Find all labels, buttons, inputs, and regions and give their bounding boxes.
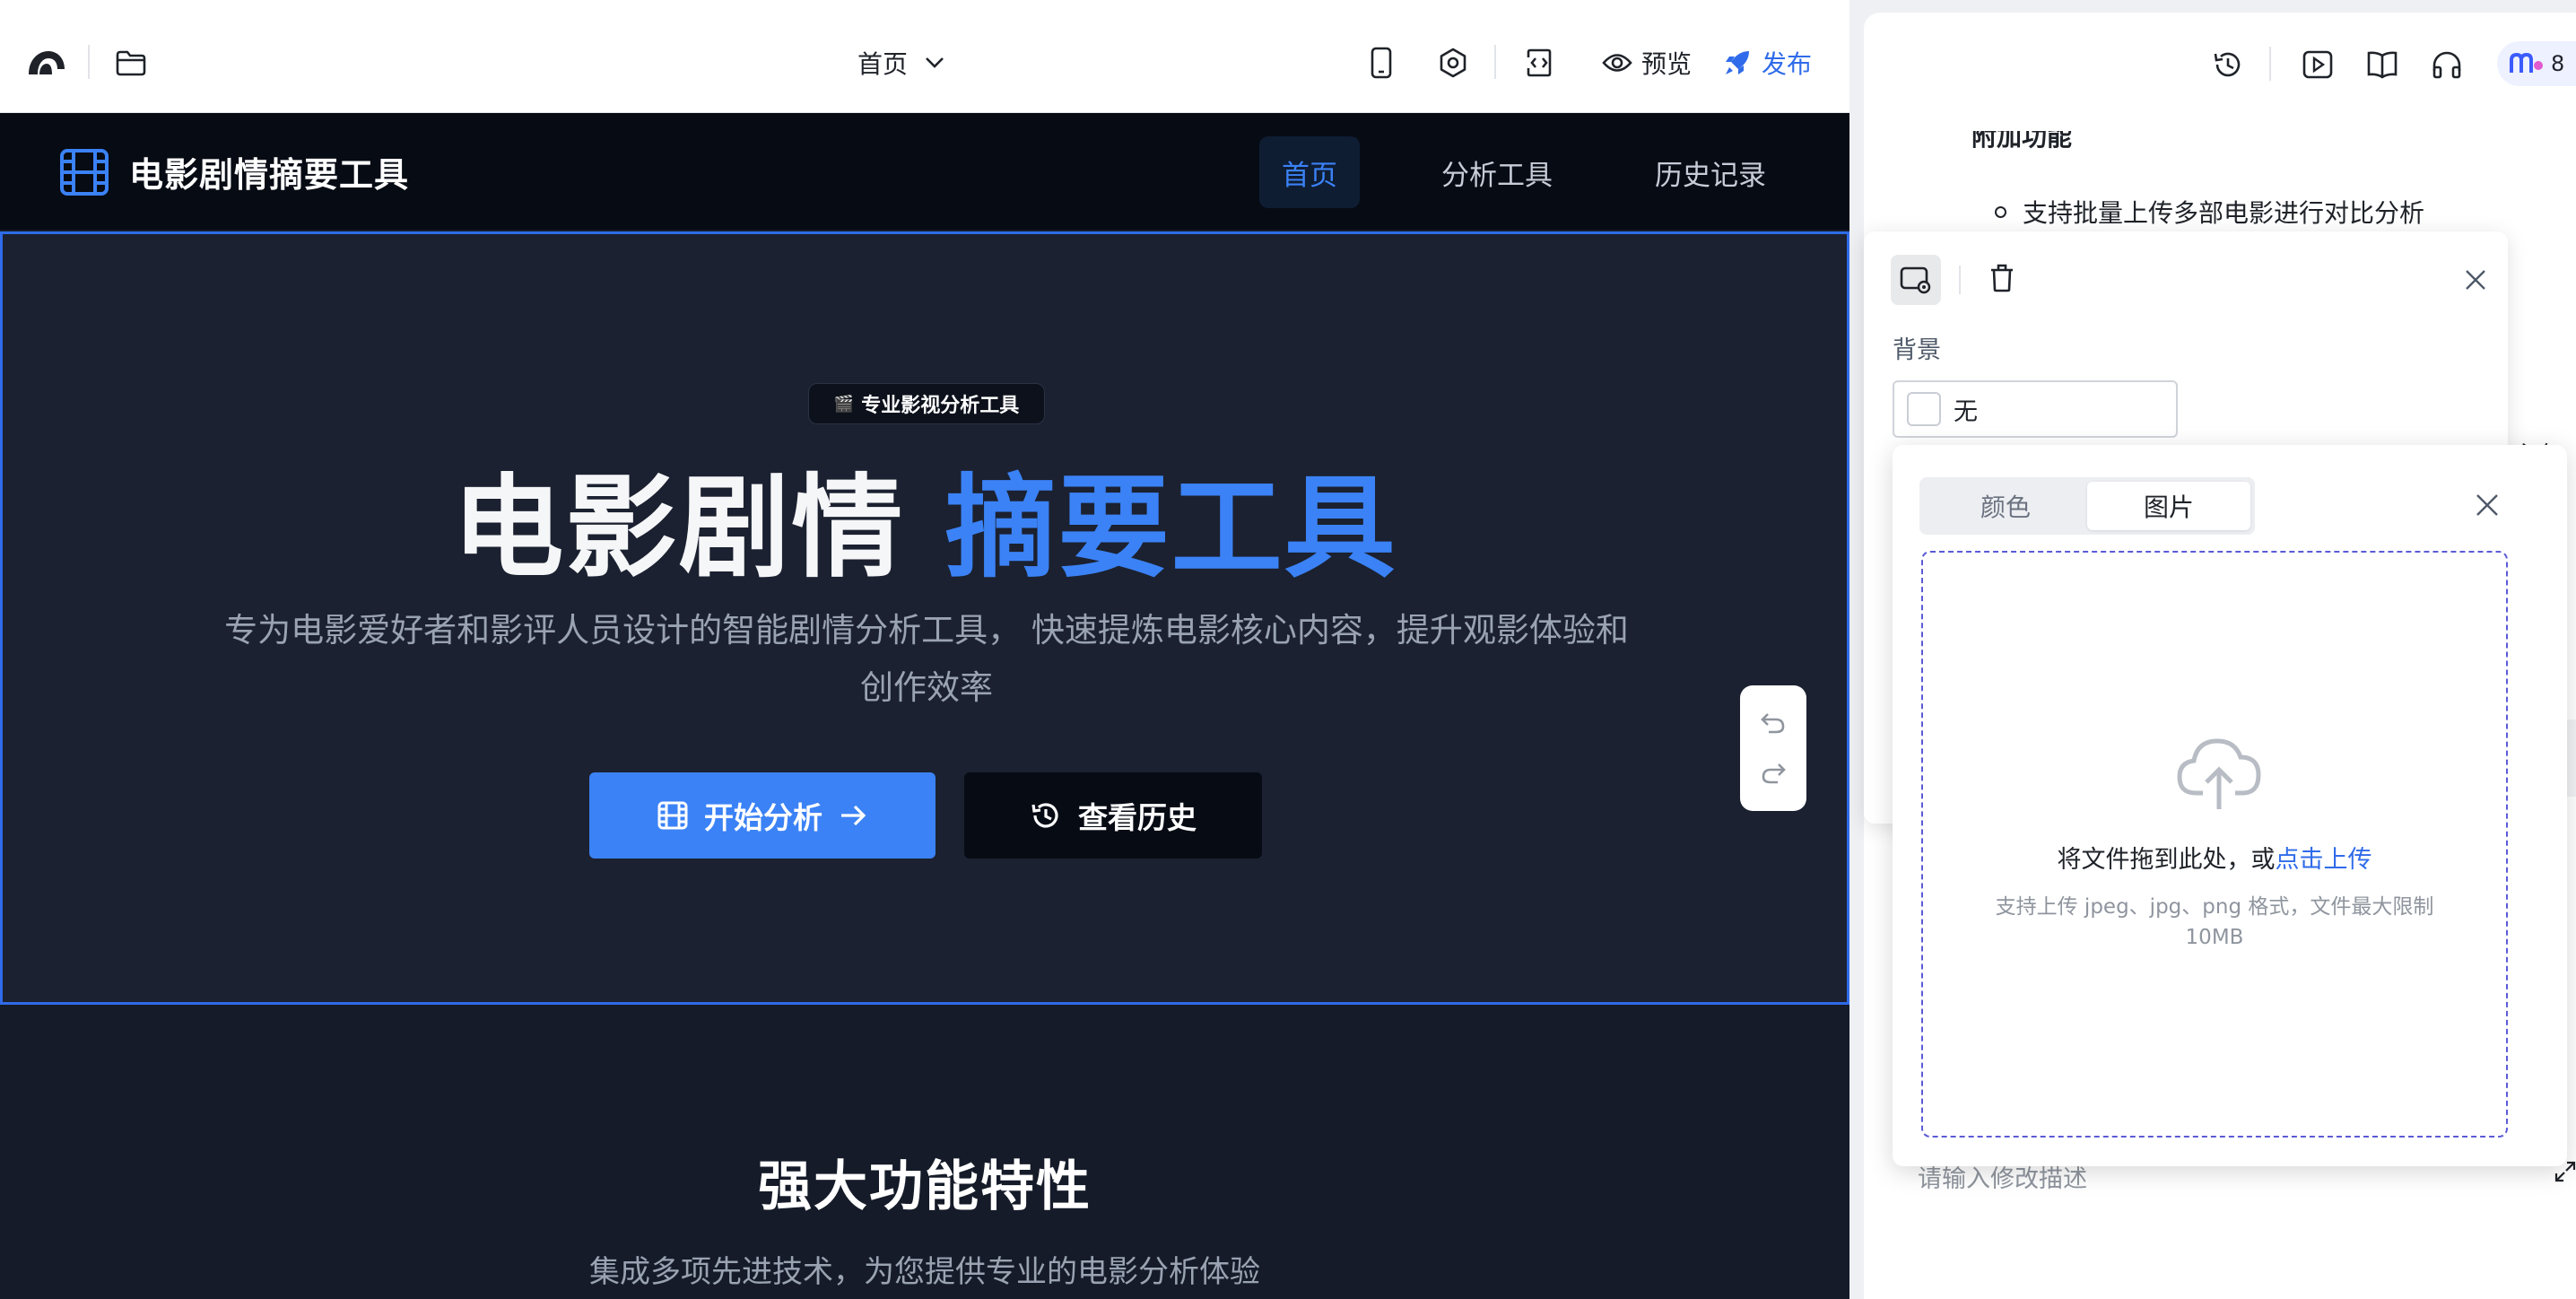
hero-badge-text: 专业影视分析工具: [861, 395, 1020, 417]
film-icon: [59, 148, 109, 196]
start-analysis-button[interactable]: 开始分析: [589, 772, 936, 859]
arrow-right-icon: [839, 803, 867, 828]
nav-home-label: 首页: [1282, 159, 1337, 192]
tab-image[interactable]: 图片: [2087, 482, 2250, 530]
brand-name: 电影剧情摘要工具: [129, 155, 410, 195]
trash-icon[interactable]: [1982, 258, 2022, 298]
background-image-icon[interactable]: [1891, 255, 1941, 305]
page-selector[interactable]: 首页: [857, 39, 983, 86]
upload-dropzone[interactable]: 将文件拖到此处，或点击上传 支持上传 jpeg、jpg、png 格式，文件最大限…: [1921, 551, 2508, 1138]
nav-analysis-tools-label: 分析工具: [1441, 159, 1553, 192]
hero-title-accent: 摘要工具: [944, 464, 1397, 593]
hero-title-main: 电影剧情: [452, 464, 905, 593]
cloud-upload-icon: [2176, 736, 2262, 813]
preview-label: 预览: [1641, 49, 1693, 79]
publish-button[interactable]: 发布: [1722, 39, 1812, 86]
app-logo-icon[interactable]: [27, 43, 66, 83]
color-swatch: [1907, 392, 1941, 426]
mobile-view-icon[interactable]: [1362, 43, 1401, 83]
preview-button[interactable]: 预览: [1602, 39, 1692, 86]
play-icon[interactable]: [2298, 45, 2337, 84]
tab-image-label: 图片: [2143, 493, 2194, 522]
background-select-value: 无: [1954, 397, 1978, 426]
history-icon[interactable]: [2208, 45, 2248, 84]
site-navbar: 电影剧情摘要工具 首页 分析工具 历史记录: [0, 113, 1849, 230]
hero-subtitle: 专为电影爱好者和影评人员设计的智能剧情分析工具， 快速提炼电影核心内容，提升观影…: [224, 611, 1629, 707]
undo-redo-toolbar: [1740, 685, 1806, 811]
site-brand[interactable]: 电影剧情摘要工具: [59, 147, 409, 196]
toolbar-divider: [88, 45, 90, 79]
panel-toolbar: 8: [1864, 13, 2576, 113]
history-icon: [1030, 799, 1062, 832]
background-upload-popover: 颜色 图片 将文件拖到此处，或点击上传 支持上传 jpeg、jpg、png 格式…: [1893, 445, 2567, 1166]
chat-bullet-text: 支持批量上传多部电影进行对比分析: [2023, 198, 2425, 228]
upload-hint: 支持上传 jpeg、jpg、png 格式，文件最大限制 10MB: [1995, 895, 2434, 949]
tab-color[interactable]: 颜色: [1924, 482, 2087, 530]
dropzone-text: 将文件拖到此处，或点击上传: [1923, 840, 2506, 875]
model-chip-text: 8: [2551, 51, 2565, 76]
click-upload-link[interactable]: 点击上传: [2276, 846, 2372, 874]
hero-title: 电影剧情 摘要工具: [3, 437, 1847, 598]
toolbar-divider: [1494, 45, 1496, 79]
code-export-icon[interactable]: [1519, 43, 1559, 83]
page-selector-label: 首页: [857, 49, 909, 79]
chat-heading-fragment: 附加功能: [1971, 131, 2073, 151]
close-icon[interactable]: [2467, 484, 2508, 526]
background-label: 背景: [1893, 336, 1941, 364]
hero-badge: 🎬 专业影视分析工具: [808, 383, 1045, 424]
hero-section-selected[interactable]: 🎬 专业影视分析工具 电影剧情 摘要工具 专为电影爱好者和影评人员设计的智能剧情…: [0, 231, 1849, 1005]
clapperboard-icon: 🎬: [833, 394, 855, 414]
redo-icon[interactable]: [1760, 761, 1787, 786]
nav-home[interactable]: 首页: [1259, 136, 1360, 208]
rocket-icon: [1722, 48, 1753, 78]
popover-divider: [1959, 266, 1961, 294]
tab-color-label: 颜色: [1980, 493, 2031, 522]
nav-history-label: 历史记录: [1655, 159, 1766, 192]
chat-bullet-item: 支持批量上传多部电影进行对比分析: [1995, 194, 2424, 230]
eye-icon: [1602, 51, 1632, 74]
undo-icon[interactable]: [1760, 711, 1787, 736]
close-icon[interactable]: [2458, 262, 2493, 298]
model-chip[interactable]: 8: [2497, 41, 2576, 86]
toolbar-divider: [2269, 47, 2271, 81]
features-subtitle: 集成多项先进技术，为您提供专业的电影分析体验: [589, 1254, 1260, 1290]
bullet-marker: [1995, 205, 2006, 218]
film-icon: [657, 801, 688, 830]
book-icon[interactable]: [2363, 45, 2402, 84]
settings-icon[interactable]: [1433, 43, 1473, 83]
features-title: 强大功能特性: [758, 1155, 1092, 1218]
headphones-icon[interactable]: [2427, 45, 2467, 84]
background-select[interactable]: 无: [1893, 380, 2178, 438]
editor-topbar: 首页 预览 发布: [0, 0, 1849, 113]
editor-canvas: 首页 预览 发布 电影剧情摘要工具 首页 分析工具 历史记录 🎬 专业影视分析工…: [0, 0, 1849, 1299]
chevron-down-icon: [924, 56, 945, 70]
view-history-button[interactable]: 查看历史: [964, 772, 1262, 859]
nav-history[interactable]: 历史记录: [1634, 136, 1787, 208]
view-history-label: 查看历史: [1078, 800, 1197, 835]
folder-icon[interactable]: [111, 43, 151, 83]
start-analysis-label: 开始分析: [704, 800, 822, 835]
background-type-tabs: 颜色 图片: [1919, 477, 2255, 535]
model-logo-icon: [2510, 53, 2544, 74]
publish-label: 发布: [1762, 49, 1813, 79]
nav-analysis-tools[interactable]: 分析工具: [1421, 136, 1573, 208]
dropzone-instruction: 将文件拖到此处，或: [2057, 846, 2276, 874]
